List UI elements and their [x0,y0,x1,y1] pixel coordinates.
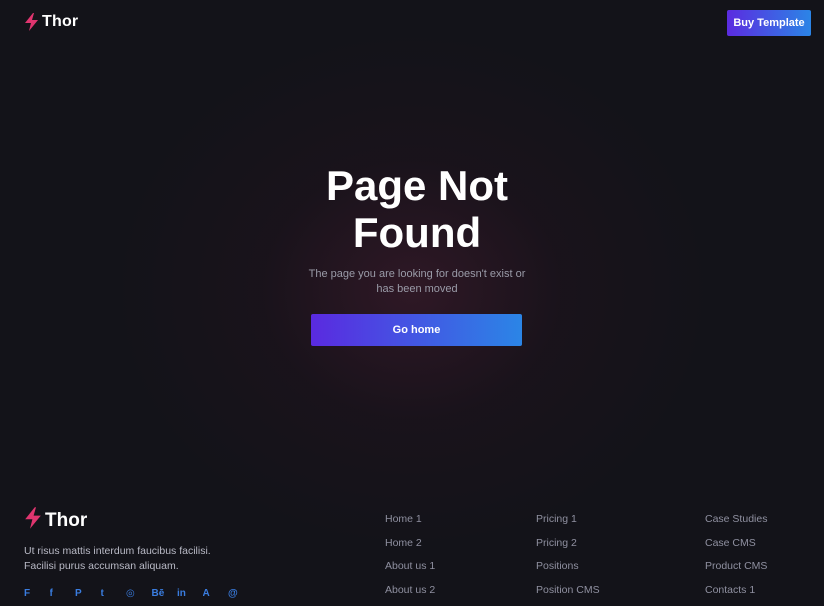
footer-link-case-studies[interactable]: Case Studies [705,512,767,536]
header-logo[interactable]: Thor [24,13,78,31]
lightning-icon [24,13,39,31]
instagram-icon[interactable]: ◎ [126,588,152,600]
footer-link-positions[interactable]: Positions [536,559,600,583]
buy-template-button[interactable]: Buy Template [727,10,811,36]
footer-link-about-us-1[interactable]: About us 1 [385,559,435,583]
footer-link-position-cms[interactable]: Position CMS [536,583,600,606]
threads-icon[interactable]: @ [228,588,254,600]
pinterest-icon[interactable]: P [75,588,101,600]
subtitle-line2: has been moved [376,283,457,295]
foursquare-icon[interactable]: F [24,588,50,600]
page-title-line1: Page Not [326,162,508,209]
footer-brand-name: Thor [45,510,87,532]
footer-nav-column-2: Pricing 1 Pricing 2 Positions Position C… [536,512,600,606]
social-links: F f P t ◎ Bē in A @ [24,588,254,600]
brand-name: Thor [42,13,78,31]
facebook-icon[interactable]: f [50,588,76,600]
footer-link-home-1[interactable]: Home 1 [385,512,435,536]
twitter-icon[interactable]: t [101,588,127,600]
linkedin-icon[interactable]: in [177,588,203,600]
page-title: Page Not Found [262,162,572,256]
footer-link-pricing-1[interactable]: Pricing 1 [536,512,600,536]
behance-icon[interactable]: Bē [152,588,178,600]
footer-description: Ut risus mattis interdum faucibus facili… [24,544,244,574]
footer-nav-column-1: Home 1 Home 2 About us 1 About us 2 [385,512,435,606]
footer-link-home-2[interactable]: Home 2 [385,536,435,560]
footer-nav-column-3: Case Studies Case CMS Product CMS Contac… [705,512,767,606]
go-home-button[interactable]: Go home [311,314,522,346]
footer-link-case-cms[interactable]: Case CMS [705,536,767,560]
page-subtitle: The page you are looking for doesn't exi… [302,267,532,297]
footer-link-contacts-1[interactable]: Contacts 1 [705,583,767,606]
airbnb-icon[interactable]: A [203,588,229,600]
footer-link-pricing-2[interactable]: Pricing 2 [536,536,600,560]
page-title-line2: Found [353,209,481,256]
footer-desc-line1: Ut risus mattis interdum faucibus facili… [24,545,211,557]
footer-logo[interactable]: Thor [24,507,87,534]
lightning-icon [24,507,42,534]
footer-link-about-us-2[interactable]: About us 2 [385,583,435,606]
footer-desc-line2: Facilisi purus accumsan aliquam. [24,560,179,572]
footer-link-product-cms[interactable]: Product CMS [705,559,767,583]
subtitle-line1: The page you are looking for doesn't exi… [309,268,526,280]
